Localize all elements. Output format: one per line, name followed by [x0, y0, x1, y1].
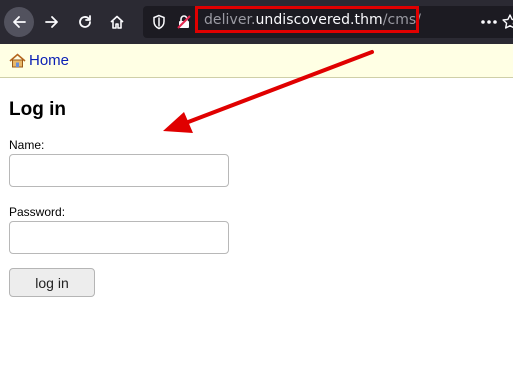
- house-icon: [9, 53, 26, 68]
- name-field[interactable]: [9, 154, 229, 187]
- url-highlight-box: [195, 6, 419, 33]
- insecure-lock-icon[interactable]: [176, 14, 192, 30]
- address-bar[interactable]: deliver.undiscovered.thm/cms/: [143, 6, 513, 38]
- home-link-label: Home: [29, 52, 70, 69]
- forward-button[interactable]: [37, 7, 67, 37]
- breadcrumb: Home: [0, 44, 513, 78]
- browser-toolbar: deliver.undiscovered.thm/cms/: [0, 0, 513, 44]
- home-link[interactable]: Home: [9, 52, 69, 69]
- home-button[interactable]: [102, 7, 132, 37]
- name-label: Name:: [9, 138, 45, 152]
- home-icon: [110, 15, 124, 29]
- forward-icon: [45, 16, 58, 28]
- bookmark-star-icon[interactable]: [501, 13, 513, 31]
- back-icon: [13, 16, 26, 28]
- password-label: Password:: [9, 205, 66, 219]
- reload-button[interactable]: [70, 7, 100, 37]
- reload-icon: [79, 15, 91, 28]
- page-title: Log in: [9, 99, 66, 120]
- shield-icon[interactable]: [151, 14, 167, 30]
- back-button[interactable]: [4, 7, 34, 37]
- login-button[interactable]: log in: [9, 268, 95, 297]
- password-field[interactable]: [9, 221, 229, 254]
- more-icon[interactable]: [479, 14, 499, 30]
